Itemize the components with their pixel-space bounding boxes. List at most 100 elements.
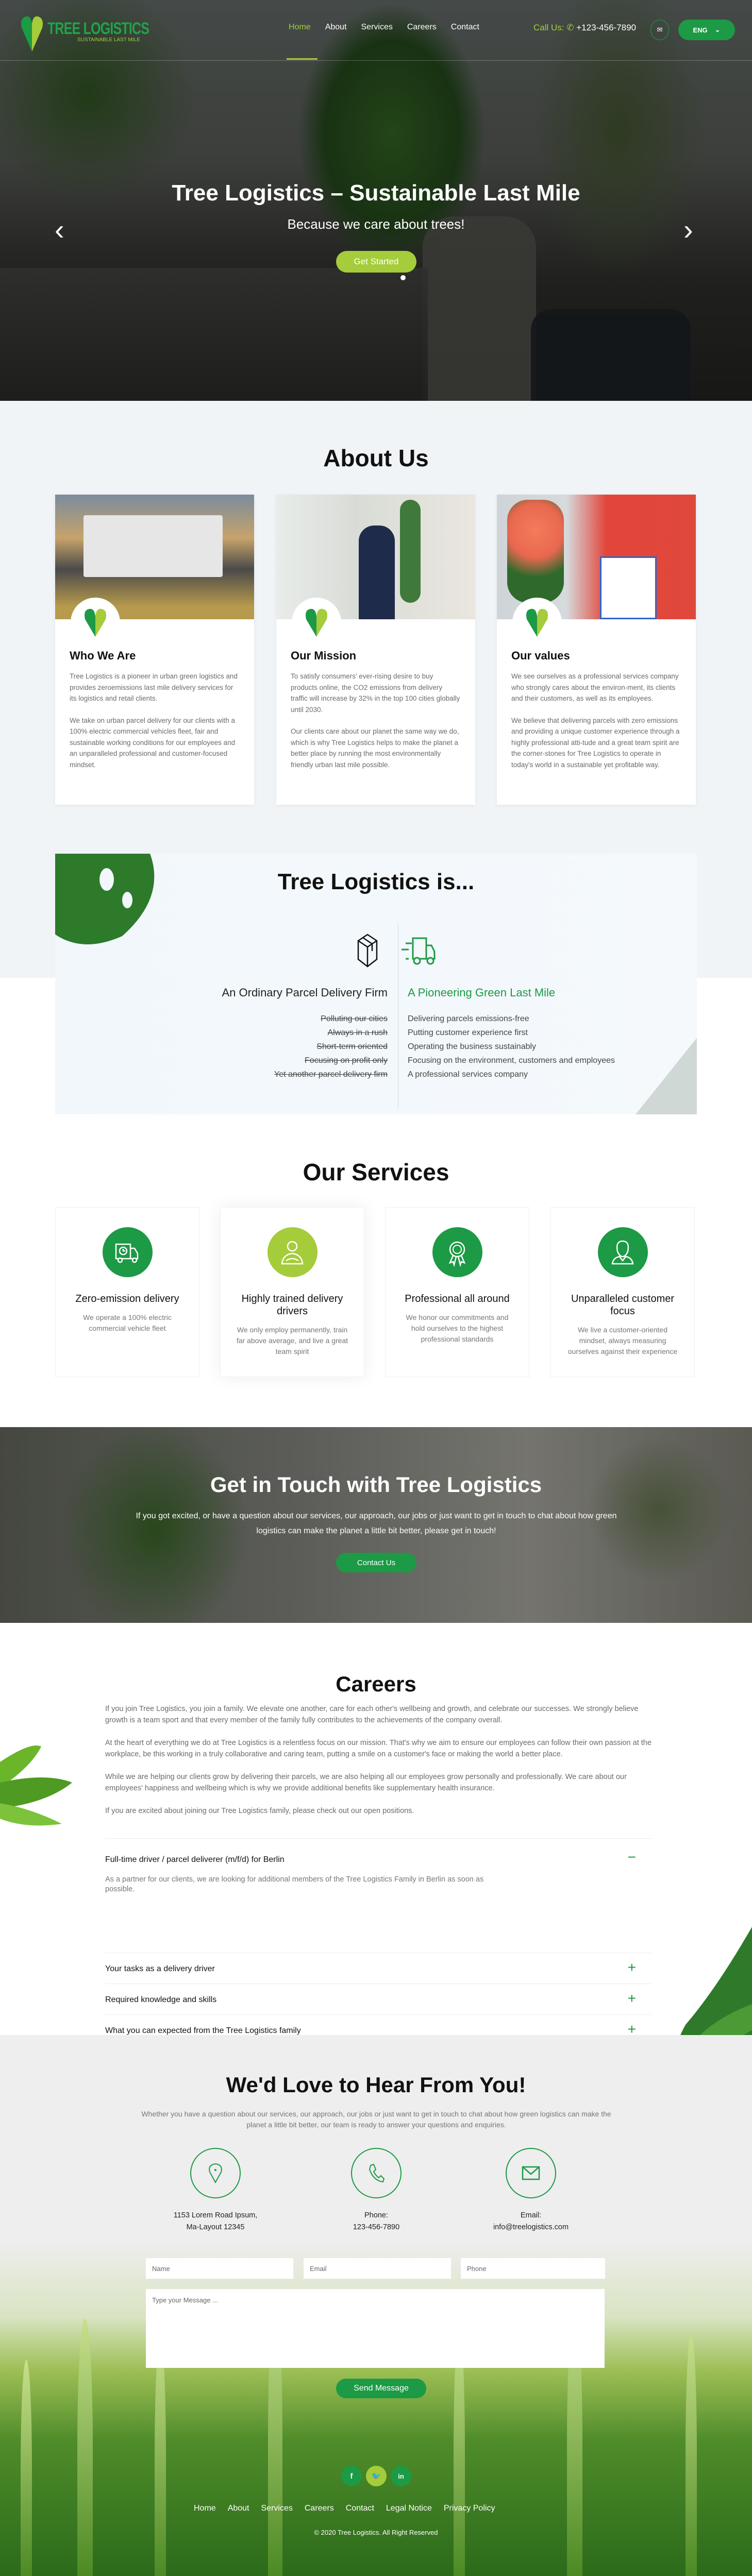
email-address[interactable]: info@treelogistics.com <box>459 2222 603 2233</box>
service-card: Professional all around We honor our com… <box>385 1207 529 1377</box>
careers-paragraph: At the heart of everything we do at Tree… <box>105 1739 651 1758</box>
collapse-minus-icon[interactable]: − <box>628 1850 636 1865</box>
get-started-button[interactable]: Get Started <box>336 251 416 273</box>
hero-title: Tree Logistics – Sustainable Last Mile <box>172 180 580 206</box>
footer-link-careers[interactable]: Careers <box>305 2504 334 2513</box>
get-in-touch-title: Get in Touch with Tree Logistics <box>210 1472 542 1497</box>
award-ribbon-icon <box>432 1227 482 1277</box>
call-us[interactable]: Call Us: ✆ +123-456-7890 <box>533 23 636 33</box>
nav-about[interactable]: About <box>325 23 347 32</box>
green-last-mile-column: A Pioneering Green Last Mile Delivering … <box>408 986 676 1081</box>
services-title: Our Services <box>303 1159 449 1185</box>
carousel-next-arrow-icon[interactable]: › <box>683 215 693 244</box>
ordinary-firm-heading: An Ordinary Parcel Delivery Firm <box>222 986 388 999</box>
email-label: Email: <box>520 2211 542 2219</box>
accordion-title[interactable]: What you can expected from the Tree Logi… <box>105 2026 301 2036</box>
leaf-badge <box>512 598 562 647</box>
careers-paragraph: If you join Tree Logistics, you join a f… <box>105 1705 639 1724</box>
leaf-heart-icon <box>526 608 548 637</box>
footer-link-home[interactable]: Home <box>194 2504 216 2513</box>
footer-link-privacy-policy[interactable]: Privacy Policy <box>444 2504 495 2513</box>
ordinary-firm-item: Polluting our cities <box>321 1014 388 1023</box>
email-input[interactable] <box>304 2258 451 2279</box>
service-card: Unparalleled customer focus We live a cu… <box>550 1207 695 1377</box>
card-text: We see ourselves as a professional servi… <box>511 671 681 781</box>
footer-link-services[interactable]: Services <box>261 2504 293 2513</box>
careers-paragraph: If you are excited about joining our Tre… <box>105 1807 414 1815</box>
message-textarea[interactable] <box>146 2289 605 2368</box>
card-text: Tree Logistics is a pioneer in urban gre… <box>70 671 240 781</box>
location-pin-icon <box>190 2148 241 2198</box>
language-label: ENG <box>693 26 708 34</box>
service-text: We live a customer-oriented mindset, alw… <box>567 1326 678 1355</box>
footer-nav: Home About Services Careers Contact Lega… <box>194 2504 507 2513</box>
send-message-button[interactable]: Send Message <box>336 2379 426 2398</box>
expand-plus-icon[interactable]: + <box>628 1960 636 1975</box>
about-card-our-values: Our values We see ourselves as a profess… <box>497 495 696 805</box>
twitter-icon[interactable]: 🐦 <box>366 2466 387 2486</box>
ordinary-firm-item: Always in a rush <box>327 1028 388 1037</box>
ordinary-firm-item: Short-term oriented <box>316 1042 388 1051</box>
address-line: 1153 Lorem Road Ipsum, <box>173 2211 258 2219</box>
accordion-title[interactable]: Full-time driver / parcel deliverer (m/f… <box>105 1855 285 1865</box>
nav-contact[interactable]: Contact <box>451 23 479 32</box>
hero-background-table <box>0 268 428 401</box>
call-us-label: Call Us: <box>533 23 564 32</box>
contact-title: We'd Love to Hear From You! <box>226 2073 526 2097</box>
footer-link-contact[interactable]: Contact <box>346 2504 374 2513</box>
name-input[interactable] <box>146 2258 293 2279</box>
mail-icon: ✉ <box>657 26 663 33</box>
careers-paragraph: While we are helping our clients grow by… <box>105 1773 627 1792</box>
leaf-badge <box>292 598 341 647</box>
card-title: Our values <box>511 649 570 662</box>
card-title: Who We Are <box>70 649 136 662</box>
site-header: TREE LOGISTICS SUSTAINABLE LAST MILE Hom… <box>0 0 752 61</box>
grass-decoration <box>77 2318 93 2576</box>
nav-careers[interactable]: Careers <box>407 23 437 32</box>
delivery-truck-icon <box>402 937 436 965</box>
language-selector[interactable]: ENG ⌄ <box>678 20 735 40</box>
expand-plus-icon[interactable]: + <box>628 1991 636 2006</box>
leaf-heart-icon <box>85 608 106 637</box>
logo[interactable]: TREE LOGISTICS SUSTAINABLE LAST MILE <box>20 7 178 53</box>
envelope-icon <box>506 2148 556 2198</box>
accordion-title[interactable]: Your tasks as a delivery driver <box>105 1964 215 1974</box>
about-card-our-mission: Our Mission To satisfy consumers’ ever-r… <box>276 495 475 805</box>
job-accordion-item[interactable]: Full-time driver / parcel deliverer (m/f… <box>105 1838 651 1953</box>
phone-number[interactable]: 123-456-7890 <box>304 2222 448 2233</box>
grass-decoration <box>686 2334 697 2576</box>
phone-label: Phone: <box>364 2211 388 2219</box>
card-paragraph: Our clients care about our planet the sa… <box>291 727 459 769</box>
card-paragraph: Tree Logistics is a pioneer in urban gre… <box>70 672 238 702</box>
ordinary-firm-item: Yet another parcel delivery firm <box>274 1070 388 1079</box>
expand-plus-icon[interactable]: + <box>628 2022 636 2037</box>
service-text: We honor our commitments and hold oursel… <box>406 1313 509 1343</box>
linkedin-icon[interactable]: in <box>391 2466 411 2486</box>
carousel-prev-arrow-icon[interactable]: ‹ <box>55 215 64 244</box>
mail-button[interactable]: ✉ <box>650 20 669 40</box>
card-paragraph: To satisfy consumers’ ever-rising desire… <box>291 672 460 714</box>
contact-us-button[interactable]: Contact Us <box>336 1553 416 1572</box>
green-last-mile-item: Focusing on the environment, customers a… <box>408 1056 615 1065</box>
phone-icon <box>351 2148 402 2198</box>
address-line: Ma-Layout 12345 <box>186 2223 245 2231</box>
nav-home[interactable]: Home <box>289 23 311 32</box>
leaf-badge <box>71 598 120 647</box>
address-info: 1153 Lorem Road Ipsum, Ma-Layout 12345 <box>143 2148 288 2233</box>
phone-input[interactable] <box>461 2258 605 2279</box>
hero-background-plant-pot <box>531 309 691 401</box>
service-title: Professional all around <box>405 1293 510 1304</box>
nav-active-indicator <box>287 58 317 60</box>
facebook-icon[interactable]: f <box>341 2466 362 2486</box>
email-info: Email: info@treelogistics.com <box>459 2148 603 2233</box>
service-text: We only employ permanently, train far ab… <box>236 1326 348 1355</box>
service-text: We operate a 100% electric commercial ve… <box>83 1313 172 1332</box>
footer-link-about[interactable]: About <box>228 2504 249 2513</box>
green-last-mile-heading: A Pioneering Green Last Mile <box>408 986 556 999</box>
about-card-who-we-are: Who We Are Tree Logistics is a pioneer i… <box>55 495 254 805</box>
service-title: Zero-emission delivery <box>75 1293 179 1304</box>
accordion-title[interactable]: Required knowledge and skills <box>105 1995 216 2005</box>
carousel-indicator[interactable] <box>400 275 406 280</box>
footer-link-legal-notice[interactable]: Legal Notice <box>386 2504 432 2513</box>
nav-services[interactable]: Services <box>361 23 393 32</box>
